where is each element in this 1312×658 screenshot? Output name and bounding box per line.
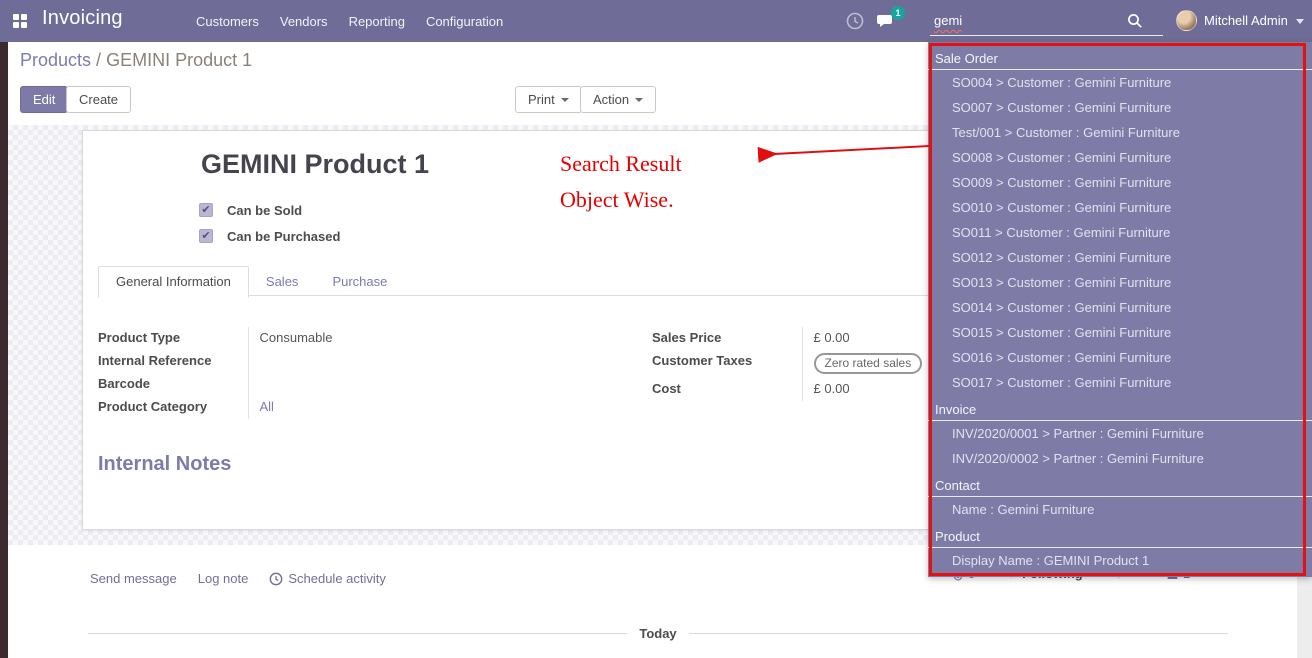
search-result-item[interactable]: SO016 > Customer : Gemini Furniture [928, 345, 1312, 370]
can-be-purchased-checkbox[interactable]: ✔ [199, 229, 213, 243]
apps-menu-icon[interactable] [13, 14, 27, 28]
topbar-menu: Customers Vendors Reporting Configuration [196, 0, 503, 42]
print-menu-button[interactable]: Print [515, 86, 582, 113]
menu-reporting[interactable]: Reporting [349, 14, 405, 29]
search-results-dropdown: Sale OrderSO004 > Customer : Gemini Furn… [928, 42, 1312, 577]
print-label: Print [528, 92, 555, 107]
can-be-sold-label: Can be Sold [227, 203, 302, 218]
field-label-sales-price: Sales Price [652, 327, 802, 350]
can-be-sold-checkbox[interactable]: ✔ [199, 203, 213, 217]
field-row-barcode: Barcode [98, 373, 408, 396]
field-label-product-type: Product Type [98, 327, 248, 350]
value-sales-price: £ 0.00 [814, 330, 850, 345]
menu-customers[interactable]: Customers [196, 14, 259, 29]
field-row-internal-reference: Internal Reference [98, 350, 408, 373]
field-label-product-category: Product Category [98, 396, 248, 419]
tab-purchase[interactable]: Purchase [315, 267, 404, 297]
search-section-sale-order: Sale Order [928, 44, 1312, 70]
search-result-item[interactable]: INV/2020/0002 > Partner : Gemini Furnitu… [928, 446, 1312, 471]
search-icon[interactable] [1127, 13, 1143, 29]
activities-icon[interactable] [845, 11, 865, 31]
annotation-text: Search Result Object Wise. [560, 146, 682, 218]
annotation-line1: Search Result [560, 146, 682, 182]
search-result-item[interactable]: Name : Gemini Furniture [928, 497, 1312, 522]
search-result-item[interactable]: SO013 > Customer : Gemini Furniture [928, 270, 1312, 295]
field-label-barcode: Barcode [98, 373, 248, 396]
product-flags: ✔ Can be Sold ✔ Can be Purchased [199, 197, 340, 249]
field-value-product-category: All [248, 396, 408, 419]
annotation-line2: Object Wise. [560, 182, 682, 218]
topbar: Invoicing Customers Vendors Reporting Confi… [0, 0, 1312, 42]
message-count-badge: 1 [891, 6, 905, 20]
search-result-item[interactable]: SO008 > Customer : Gemini Furniture [928, 145, 1312, 170]
general-info-left-group: Product Type Consumable Internal Reference… [98, 327, 408, 419]
field-row-product-category: Product Category All [98, 396, 408, 419]
search-result-item[interactable]: Display Name : GEMINI Product 1 [928, 548, 1312, 573]
value-product-category[interactable]: All [260, 399, 274, 414]
today-label: Today [639, 626, 676, 641]
search-result-item[interactable]: SO007 > Customer : Gemini Furniture [928, 95, 1312, 120]
window-edge [0, 0, 8, 658]
field-label-internal-reference: Internal Reference [98, 350, 248, 373]
product-title: GEMINI Product 1 [201, 149, 429, 180]
search-result-item[interactable]: SO017 > Customer : Gemini Furniture [928, 370, 1312, 395]
value-product-type: Consumable [260, 330, 333, 345]
general-info-right-group: Sales Price £ 0.00 Customer Taxes Zero rate… [652, 327, 962, 401]
create-button[interactable]: Create [66, 86, 131, 113]
chevron-down-icon [561, 98, 569, 102]
search-section-product: Product [928, 522, 1312, 548]
chevron-down-icon [635, 98, 643, 102]
breadcrumb-separator: / [91, 50, 106, 70]
can-be-purchased-row: ✔ Can be Purchased [199, 223, 340, 249]
breadcrumb-current: GEMINI Product 1 [106, 50, 252, 70]
value-cost: £ 0.00 [814, 381, 850, 396]
field-row-cost: Cost £ 0.00 [652, 378, 962, 401]
search-result-item[interactable]: Test/001 > Customer : Gemini Furniture [928, 120, 1312, 145]
search-result-item[interactable]: SO011 > Customer : Gemini Furniture [928, 220, 1312, 245]
search-result-item[interactable]: SO010 > Customer : Gemini Furniture [928, 195, 1312, 220]
field-value-barcode [248, 373, 408, 396]
field-label-customer-taxes: Customer Taxes [652, 350, 802, 378]
search-result-item[interactable]: SO015 > Customer : Gemini Furniture [928, 320, 1312, 345]
breadcrumb: Products / GEMINI Product 1 [20, 50, 252, 71]
search-result-item[interactable]: SO009 > Customer : Gemini Furniture [928, 170, 1312, 195]
menu-vendors[interactable]: Vendors [280, 14, 328, 29]
search-result-item[interactable]: SO014 > Customer : Gemini Furniture [928, 295, 1312, 320]
edit-button[interactable]: Edit [20, 86, 68, 113]
user-menu[interactable]: Mitchell Admin [1204, 13, 1288, 28]
chevron-down-icon [1296, 19, 1304, 24]
can-be-sold-row: ✔ Can be Sold [199, 197, 340, 223]
search-section-contact: Contact [928, 471, 1312, 497]
menu-configuration[interactable]: Configuration [426, 14, 503, 29]
app-title[interactable]: Invoicing [42, 7, 123, 30]
global-search-input[interactable]: gemi [930, 8, 1163, 36]
field-row-customer-taxes: Customer Taxes Zero rated sales [652, 350, 962, 378]
today-divider: Today [88, 626, 1228, 641]
tab-sales[interactable]: Sales [249, 267, 316, 297]
field-value-internal-reference [248, 350, 408, 373]
value-customer-taxes: Zero rated sales [814, 353, 923, 374]
app-window: Invoicing Customers Vendors Reporting Confi… [0, 0, 1312, 658]
avatar[interactable] [1176, 10, 1197, 31]
search-result-item[interactable]: SO012 > Customer : Gemini Furniture [928, 245, 1312, 270]
field-label-cost: Cost [652, 378, 802, 401]
field-row-sales-price: Sales Price £ 0.00 [652, 327, 962, 350]
internal-notes-heading: Internal Notes [98, 453, 231, 476]
tab-general-information[interactable]: General Information [98, 266, 249, 298]
search-result-item[interactable]: INV/2020/0001 > Partner : Gemini Furnitu… [928, 421, 1312, 446]
search-section-invoice: Invoice [928, 395, 1312, 421]
breadcrumb-products-link[interactable]: Products [20, 50, 91, 70]
can-be-purchased-label: Can be Purchased [227, 229, 340, 244]
action-label: Action [593, 92, 629, 107]
field-row-product-type: Product Type Consumable [98, 327, 408, 350]
search-query-text[interactable]: gemi [934, 13, 962, 28]
field-value-product-type: Consumable [248, 327, 408, 350]
search-result-item[interactable]: SO004 > Customer : Gemini Furniture [928, 70, 1312, 95]
action-menu-button[interactable]: Action [580, 86, 656, 113]
